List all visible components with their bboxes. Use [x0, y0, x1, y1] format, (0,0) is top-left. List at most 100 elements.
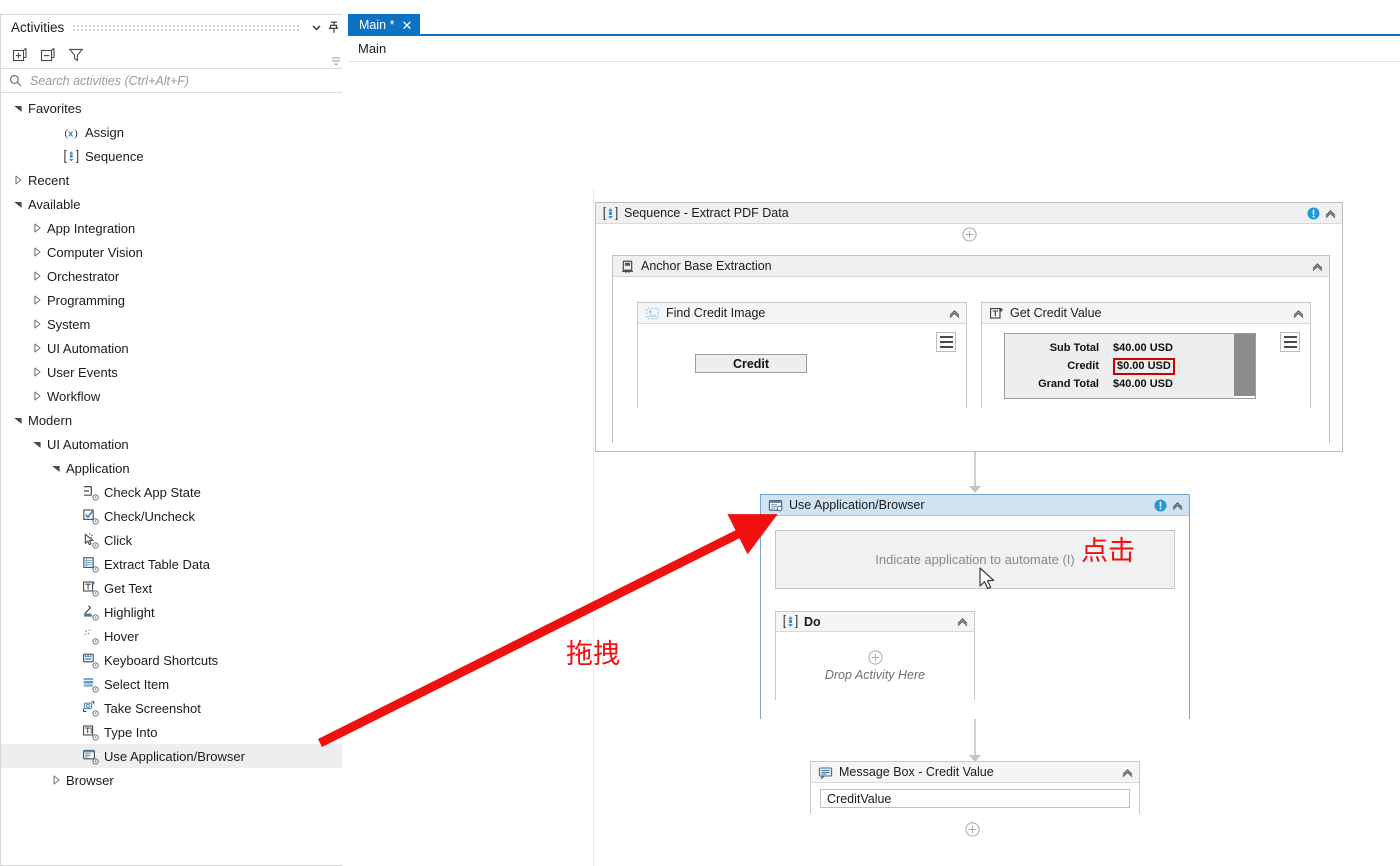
select-item-icon: [82, 676, 99, 693]
do-body-dropzone[interactable]: Drop Activity Here: [776, 632, 974, 700]
tree-item-ui-automation[interactable]: UI Automation: [1, 336, 347, 360]
tree-item-app-integration[interactable]: App Integration: [1, 216, 347, 240]
tree-item-keyboard-shortcuts[interactable]: Keyboard Shortcuts: [1, 648, 347, 672]
tree-item-label: Check App State: [104, 484, 201, 500]
twisty-expanded-icon[interactable]: [11, 101, 25, 115]
find-credit-image-header[interactable]: Find Credit Image: [638, 303, 966, 324]
tree-item-sequence[interactable]: Sequence: [1, 144, 347, 168]
tree-item-application[interactable]: Application: [1, 456, 347, 480]
twisty-collapsed-icon[interactable]: [30, 389, 44, 403]
twisty-collapsed-icon[interactable]: [30, 341, 44, 355]
tree-item-system[interactable]: System: [1, 312, 347, 336]
anchor-base-header[interactable]: Anchor Base Extraction: [613, 256, 1329, 277]
tree-item-use-application-browser[interactable]: Use Application/Browser: [1, 744, 347, 768]
activity-find-credit-image[interactable]: Find Credit Image Credit: [637, 302, 967, 408]
tree-item-label: Assign: [85, 124, 125, 140]
message-box-text-field[interactable]: CreditValue: [820, 789, 1130, 808]
plus-circle-icon: [962, 227, 977, 242]
tree-item-workflow[interactable]: Workflow: [1, 384, 347, 408]
tree-item-check-app-state[interactable]: Check App State: [1, 480, 347, 504]
workflow-canvas[interactable]: Sequence - Extract PDF Data Anchor Base …: [348, 62, 1400, 866]
twisty-collapsed-icon[interactable]: [30, 365, 44, 379]
do-header[interactable]: Do: [776, 612, 974, 632]
activity-do-sequence[interactable]: Do Drop Activity Here: [775, 611, 975, 700]
tree-item-user-events[interactable]: User Events: [1, 360, 347, 384]
collapse-chevron-up-icon[interactable]: [956, 615, 969, 628]
tree-item-browser[interactable]: Browser: [1, 768, 347, 792]
expand-all-icon[interactable]: [11, 46, 29, 64]
use-app-icon: [82, 748, 99, 765]
collapse-chevron-up-icon[interactable]: [1311, 260, 1324, 273]
add-activity-top[interactable]: [962, 227, 977, 242]
totals-scrollbar[interactable]: [1234, 334, 1255, 398]
tree-item-select-item[interactable]: Select Item: [1, 672, 347, 696]
get-credit-options-menu-icon[interactable]: [1280, 332, 1300, 352]
use-application-header[interactable]: Use Application/Browser: [761, 495, 1189, 516]
twisty-collapsed-icon[interactable]: [30, 293, 44, 307]
plus-circle-icon[interactable]: [867, 650, 883, 665]
panel-pin-icon[interactable]: [325, 19, 343, 37]
tree-item-check-uncheck[interactable]: Check/Uncheck: [1, 504, 347, 528]
info-icon[interactable]: [1154, 499, 1167, 512]
message-box-header[interactable]: Message Box - Credit Value: [811, 762, 1139, 783]
add-activity-bottom[interactable]: [965, 822, 980, 837]
twisty-collapsed-icon[interactable]: [30, 245, 44, 259]
collapse-chevron-up-icon[interactable]: [1324, 207, 1337, 220]
search-activities-input[interactable]: [28, 72, 339, 89]
tree-item-click[interactable]: Click: [1, 528, 347, 552]
find-credit-options-menu-icon[interactable]: [936, 332, 956, 352]
totals-value: $40.00 USD: [1113, 378, 1173, 390]
twisty-collapsed-icon[interactable]: [30, 269, 44, 283]
twisty-collapsed-icon[interactable]: [30, 221, 44, 235]
tree-item-label: Sequence: [85, 148, 144, 164]
tree-item-orchestrator[interactable]: Orchestrator: [1, 264, 347, 288]
tree-item-ui-automation[interactable]: UI Automation: [1, 432, 347, 456]
tree-item-recent[interactable]: Recent: [1, 168, 347, 192]
activity-use-application-browser[interactable]: Use Application/Browser Indicate applica…: [760, 494, 1190, 719]
tree-item-programming[interactable]: Programming: [1, 288, 347, 312]
tree-item-get-text[interactable]: Get Text: [1, 576, 347, 600]
twisty-collapsed-icon[interactable]: [11, 173, 25, 187]
tree-item-highlight[interactable]: Highlight: [1, 600, 347, 624]
tree-item-take-screenshot[interactable]: Take Screenshot: [1, 696, 347, 720]
tree-item-type-into[interactable]: Type Into: [1, 720, 347, 744]
twisty-collapsed-icon[interactable]: [30, 317, 44, 331]
twisty-expanded-icon[interactable]: [49, 461, 63, 475]
activity-message-box-credit-value[interactable]: Message Box - Credit Value CreditValue: [810, 761, 1140, 814]
tree-item-computer-vision[interactable]: Computer Vision: [1, 240, 347, 264]
tree-item-hover[interactable]: Hover: [1, 624, 347, 648]
twisty-expanded-icon[interactable]: [30, 437, 44, 451]
tree-item-available[interactable]: Available: [1, 192, 347, 216]
collapse-all-icon[interactable]: [39, 46, 57, 64]
sequence-header[interactable]: Sequence - Extract PDF Data: [596, 203, 1342, 224]
anchor-base-title: Anchor Base Extraction: [641, 259, 772, 273]
activity-anchor-base-extraction[interactable]: Anchor Base Extraction Find Credit Image…: [612, 255, 1330, 443]
twisty-expanded-icon[interactable]: [11, 413, 25, 427]
twisty-collapsed-icon[interactable]: [49, 773, 63, 787]
activity-sequence-extract-pdf-data[interactable]: Sequence - Extract PDF Data Anchor Base …: [595, 202, 1343, 452]
tab-main[interactable]: Main * ✕: [348, 14, 421, 36]
tree-item-modern[interactable]: Modern: [1, 408, 347, 432]
tree-item-label: User Events: [47, 364, 118, 380]
collapse-chevron-up-icon[interactable]: [948, 307, 961, 320]
twisty-expanded-icon[interactable]: [11, 197, 25, 211]
filter-icon[interactable]: [67, 46, 85, 64]
get-credit-value-header[interactable]: Get Credit Value: [982, 303, 1310, 324]
annotation-drag-label: 拖拽: [566, 639, 620, 670]
collapse-chevron-up-icon[interactable]: [1171, 499, 1184, 512]
breadcrumb-item-main[interactable]: Main: [358, 41, 386, 56]
tree-item-favorites[interactable]: Favorites: [1, 96, 347, 120]
get-text-icon: [82, 580, 99, 597]
tree-item-extract-table-data[interactable]: Extract Table Data: [1, 552, 347, 576]
activities-tree[interactable]: Favorites (x) Assign Sequence Recent Availabl…: [1, 93, 347, 866]
search-activities-row[interactable]: [1, 69, 347, 93]
info-icon[interactable]: [1307, 207, 1320, 220]
collapse-chevron-up-icon[interactable]: [1292, 307, 1305, 320]
activity-get-credit-value[interactable]: Get Credit Value Sub Total $40.00 USD Cr…: [981, 302, 1311, 408]
drop-activity-here-label: Drop Activity Here: [824, 668, 926, 682]
tree-item-assign[interactable]: (x) Assign: [1, 120, 347, 144]
close-icon[interactable]: ✕: [401, 19, 412, 32]
collapse-chevron-up-icon[interactable]: [1121, 766, 1134, 779]
toolbar-overflow-icon[interactable]: [331, 56, 341, 66]
panel-menu-chevron-down-icon[interactable]: [307, 19, 325, 37]
